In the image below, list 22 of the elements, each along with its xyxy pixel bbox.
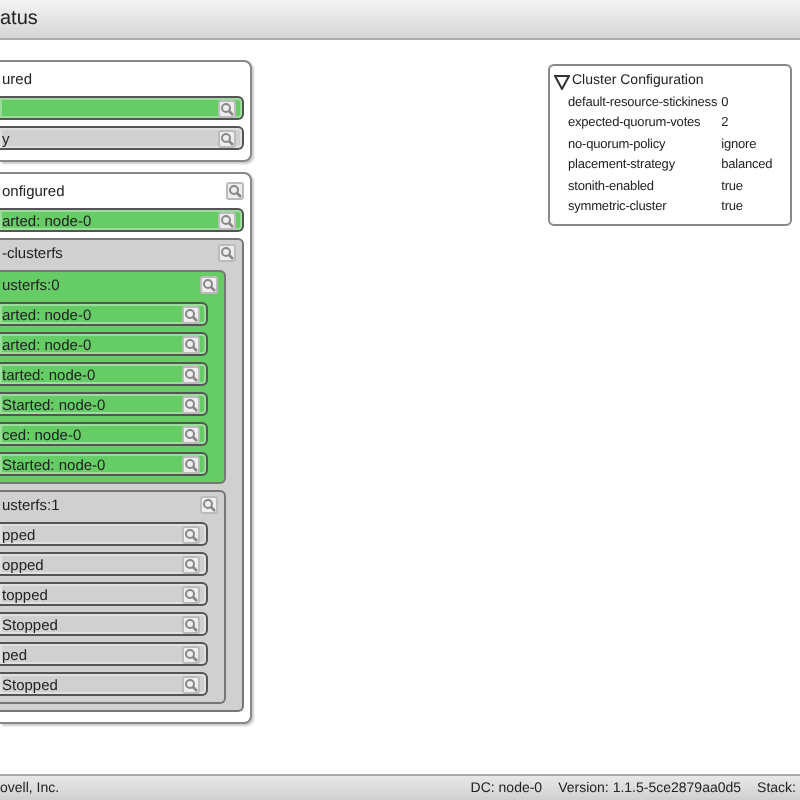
- magnifier-icon[interactable]: [182, 365, 200, 383]
- magnifier-icon[interactable]: [182, 675, 200, 693]
- magnifier-icon[interactable]: [182, 555, 200, 573]
- magnifier-icon[interactable]: [182, 335, 200, 353]
- magnifier-icon[interactable]: [182, 395, 200, 413]
- magnifier-icon[interactable]: [218, 129, 236, 147]
- magnifier-icon[interactable]: [182, 455, 200, 473]
- resource-row[interactable]: [0, 96, 244, 120]
- magnifier-icon[interactable]: [182, 615, 200, 633]
- window-title: atus: [0, 8, 38, 30]
- magnifier-icon[interactable]: [218, 211, 236, 229]
- magnifier-icon[interactable]: [182, 645, 200, 663]
- magnifier-icon[interactable]: [218, 244, 236, 262]
- magnifier-icon[interactable]: [200, 276, 218, 294]
- magnifier-icon[interactable]: [200, 496, 218, 514]
- magnifier-icon[interactable]: [182, 525, 200, 543]
- magnifier-icon[interactable]: [218, 99, 236, 117]
- magnifier-icon[interactable]: [182, 305, 200, 323]
- magnifier-icon[interactable]: [182, 585, 200, 603]
- collapse-toggle-icon[interactable]: [554, 73, 570, 89]
- magnifier-icon[interactable]: [226, 182, 244, 200]
- magnifier-icon[interactable]: [182, 425, 200, 443]
